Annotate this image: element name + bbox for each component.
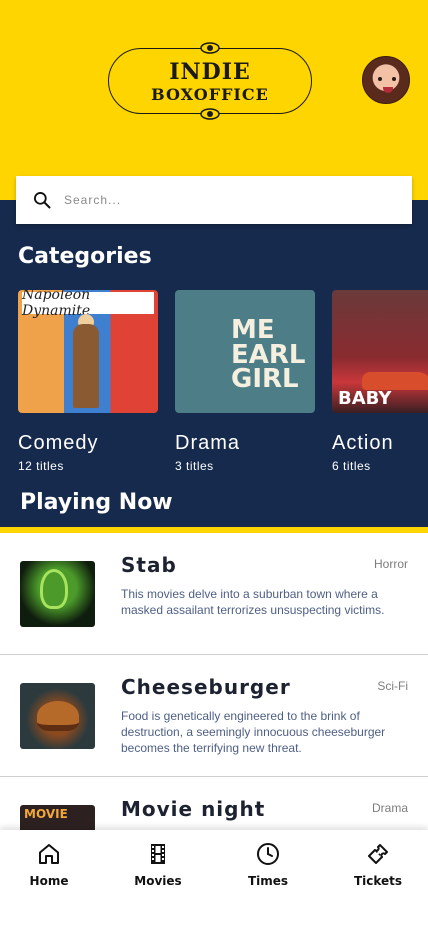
category-count: 12 titles — [18, 459, 64, 473]
eye-icon — [200, 108, 220, 120]
poster-title: MOVIE — [24, 807, 68, 821]
avatar-mouth — [383, 87, 393, 93]
nav-label[interactable]: Movies — [118, 874, 198, 888]
eye-icon — [200, 42, 220, 54]
action-poster[interactable]: BABY — [332, 290, 428, 413]
category-name: Drama — [175, 432, 241, 454]
search-icon[interactable] — [32, 190, 52, 210]
poster-title: Napoleon Dynamite — [22, 290, 154, 319]
movie-poster[interactable] — [20, 561, 95, 627]
nav-label[interactable]: Home — [9, 874, 89, 888]
category-name: Action — [332, 432, 394, 454]
category-card-action[interactable]: BABY Action 6 titles — [332, 290, 428, 473]
poster-title: BABY — [338, 388, 392, 409]
logo-text-boxoffice: BOXOFFICE — [151, 85, 269, 104]
nav-item-home[interactable]: Home — [9, 842, 89, 888]
logo-text-indie: INDIE — [169, 59, 251, 85]
nav-item-times[interactable]: Times — [228, 842, 308, 888]
ticket-icon[interactable] — [366, 842, 390, 866]
bottom-navigation: Home Movies Times Tickets — [0, 830, 428, 926]
avatar-eye — [378, 77, 382, 81]
playing-now-heading: Playing Now — [20, 490, 173, 515]
user-avatar[interactable] — [362, 56, 410, 104]
film-icon[interactable] — [146, 842, 170, 866]
search-bar[interactable] — [16, 176, 412, 224]
header: INDIE BOXOFFICE — [0, 0, 428, 200]
category-count: 3 titles — [175, 459, 214, 473]
home-icon[interactable] — [37, 842, 61, 866]
movie-description: Food is genetically engineered to the br… — [121, 709, 386, 755]
comedy-poster[interactable]: Napoleon Dynamite — [18, 290, 158, 413]
movie-genre: Horror — [373, 557, 408, 571]
movie-title: Cheeseburger — [121, 675, 291, 699]
movie-title: Stab — [121, 553, 177, 577]
nav-label[interactable]: Times — [228, 874, 308, 888]
poster-mask — [40, 569, 68, 609]
movie-list-item[interactable]: Stab Horror This movies delve into a sub… — [0, 533, 428, 655]
nav-item-tickets[interactable]: Tickets — [338, 842, 418, 888]
avatar-eye — [392, 77, 396, 81]
movie-poster[interactable] — [20, 683, 95, 749]
drama-poster[interactable]: ME EARL GIRL — [175, 290, 315, 413]
movie-genre: Sci-Fi — [377, 679, 408, 693]
poster-burger — [37, 701, 79, 731]
movie-genre: Drama — [371, 801, 408, 815]
indie-boxoffice-logo[interactable]: INDIE BOXOFFICE — [108, 42, 312, 120]
categories-heading: Categories — [18, 244, 152, 269]
movie-title: Movie night — [121, 797, 266, 821]
poster-title: ME EARL GIRL — [231, 315, 306, 395]
category-name: Comedy — [18, 432, 99, 454]
movie-description: This movies delve into a suburban town w… — [121, 587, 385, 617]
clock-icon[interactable] — [256, 842, 280, 866]
nav-item-movies[interactable]: Movies — [118, 842, 198, 888]
poster-figure — [73, 324, 99, 408]
category-card-drama[interactable]: ME EARL GIRL Drama 3 titles — [175, 290, 315, 473]
category-count: 6 titles — [332, 459, 371, 473]
movie-list-item[interactable]: Cheeseburger Sci-Fi Food is genetically … — [0, 655, 428, 777]
search-input[interactable] — [64, 193, 384, 207]
nav-label[interactable]: Tickets — [338, 874, 418, 888]
category-card-comedy[interactable]: Napoleon Dynamite Comedy 12 titles — [18, 290, 158, 473]
